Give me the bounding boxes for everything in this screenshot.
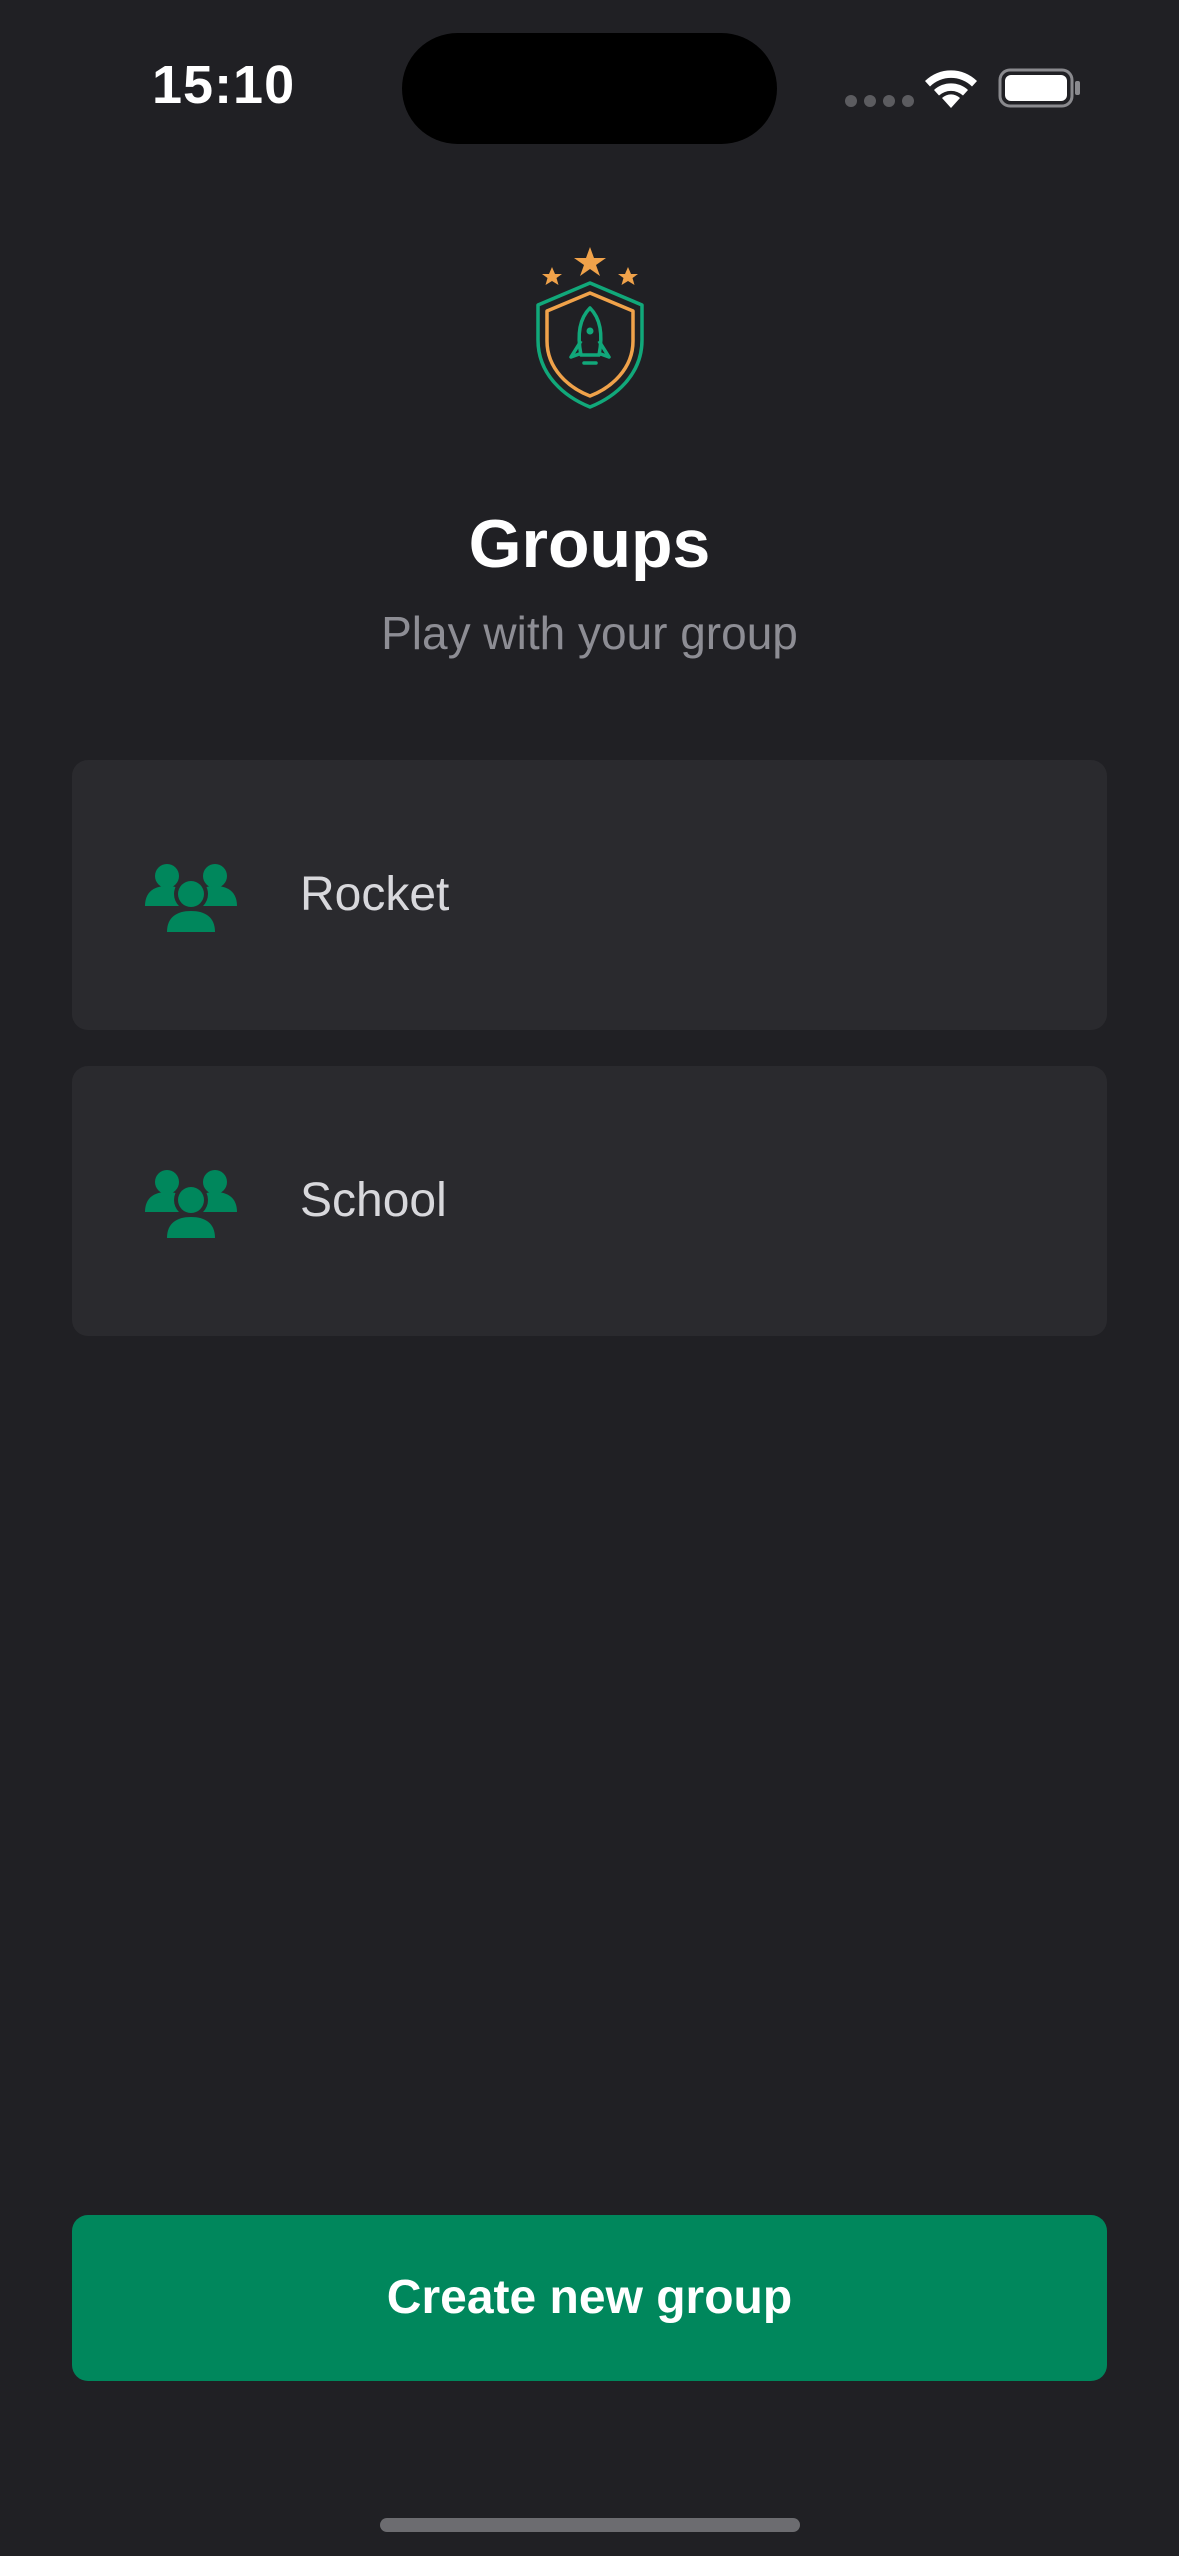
- group-name: Rocket: [300, 868, 450, 921]
- group-people-icon: [145, 1170, 237, 1238]
- group-card-rocket[interactable]: Rocket: [72, 760, 1107, 1030]
- battery-icon: [998, 68, 1080, 108]
- wifi-icon: [925, 70, 977, 108]
- cellular-signal-icon: [845, 95, 914, 107]
- group-name: School: [300, 1174, 447, 1227]
- page-subtitle: Play with your group: [381, 607, 798, 659]
- status-time: 15:10: [152, 55, 296, 115]
- page-title: Groups: [468, 506, 711, 582]
- group-people-icon: [145, 864, 237, 932]
- status-bar: 15:10: [0, 0, 1179, 150]
- shield-rocket-stars-icon: [536, 247, 644, 409]
- dynamic-island: [402, 33, 777, 144]
- group-card-school[interactable]: School: [72, 1066, 1107, 1336]
- home-indicator[interactable]: [380, 2518, 800, 2532]
- create-new-group-button[interactable]: Create new group: [72, 2215, 1107, 2381]
